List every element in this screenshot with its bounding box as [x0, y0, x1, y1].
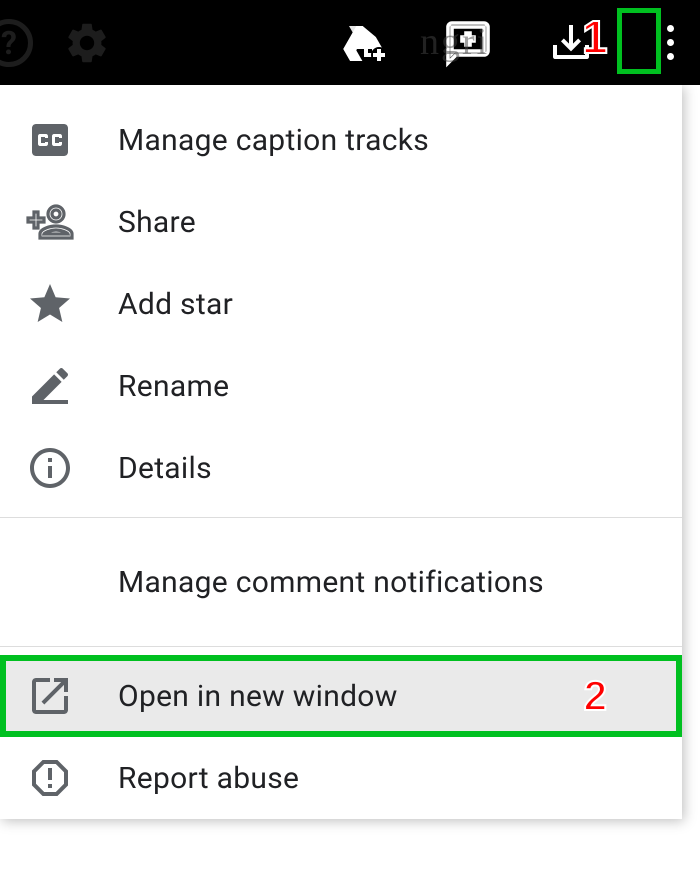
menu-divider — [0, 517, 682, 518]
menu-label: Share — [118, 205, 196, 240]
menu-item-rename[interactable]: Rename — [0, 345, 682, 427]
open-in-new-icon — [26, 672, 118, 720]
dot-icon — [667, 25, 674, 32]
menu-label: Manage caption tracks — [118, 123, 429, 158]
menu-label: Open in new window — [118, 679, 398, 714]
background-watermark: ngri — [420, 20, 489, 64]
menu-label: Report abuse — [118, 761, 299, 796]
report-icon — [26, 754, 118, 802]
person-add-icon — [26, 198, 118, 246]
menu-label: Manage comment notifications — [118, 565, 544, 600]
dot-icon — [667, 39, 674, 46]
menu-item-star[interactable]: Add star — [0, 263, 682, 345]
help-label: ? — [1, 24, 17, 62]
annotation-step-2: 2 — [584, 672, 607, 720]
menu-item-details[interactable]: Details — [0, 427, 682, 509]
dropdown-menu: Manage caption tracks Share Add star Ren… — [0, 85, 682, 819]
edit-icon — [26, 362, 118, 410]
settings-icon[interactable] — [63, 19, 111, 67]
menu-item-report-abuse[interactable]: Report abuse — [0, 737, 682, 819]
menu-item-share[interactable]: Share — [0, 181, 682, 263]
menu-item-captions[interactable]: Manage caption tracks — [0, 99, 682, 181]
toolbar-left-group: ? — [10, 19, 111, 67]
annotation-step-1: 1 — [582, 10, 608, 64]
star-icon — [26, 280, 118, 328]
dot-icon — [667, 53, 674, 60]
menu-item-notifications[interactable]: Manage comment notifications — [0, 526, 682, 638]
cc-icon — [26, 116, 118, 164]
menu-label: Details — [118, 451, 212, 486]
info-icon — [26, 444, 118, 492]
menu-label: Add star — [118, 287, 233, 322]
annotation-highlight-1 — [617, 8, 661, 74]
help-icon[interactable]: ? — [0, 19, 33, 67]
menu-item-open-new-window[interactable]: Open in new window 2 — [0, 655, 682, 737]
menu-label: Rename — [118, 369, 229, 404]
menu-divider — [0, 646, 682, 647]
add-to-drive-icon[interactable] — [341, 19, 389, 67]
